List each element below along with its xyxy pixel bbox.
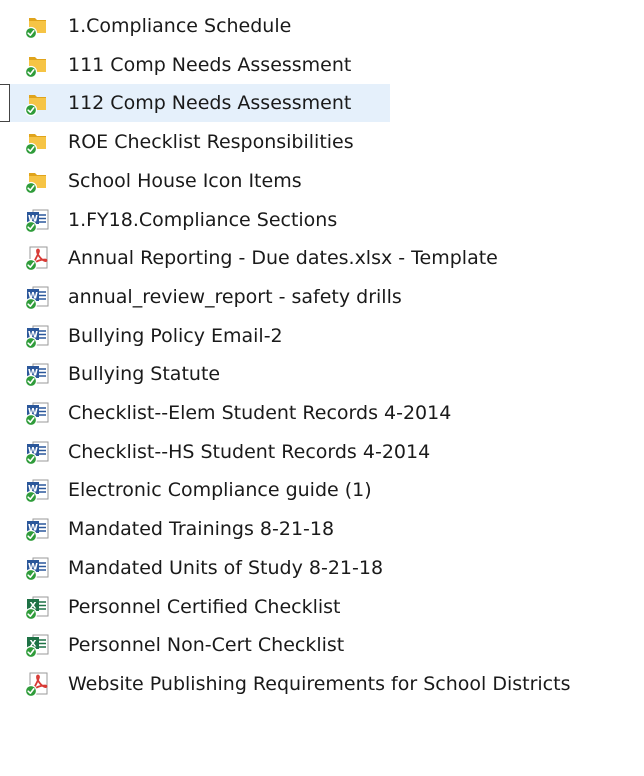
folder-icon xyxy=(24,52,50,78)
file-name-label: School House Icon Items xyxy=(68,169,302,192)
word-document-icon: W xyxy=(24,284,50,310)
file-name-label: Electronic Compliance guide (1) xyxy=(68,479,372,502)
file-item-annual-reporting-due-dates-xlsx-template[interactable]: Annual Reporting - Due dates.xlsx - Temp… xyxy=(14,239,644,277)
file-item-1-compliance-schedule[interactable]: 1.Compliance Schedule xyxy=(14,7,644,45)
file-list: 1.Compliance Schedule 111 Comp Needs Asse… xyxy=(0,0,644,776)
file-item-bullying-policy-email-2[interactable]: W Bullying Policy Email-2 xyxy=(14,317,644,355)
file-name-label: 1.FY18.Compliance Sections xyxy=(68,208,338,231)
file-item-checklist-hs-student-records-4-2014[interactable]: W Checklist--HS Student Records 4-2014 xyxy=(14,433,644,471)
file-name-label: Website Publishing Requirements for Scho… xyxy=(68,672,571,695)
file-item-roe-checklist-responsibilities[interactable]: ROE Checklist Responsibilities xyxy=(14,123,644,161)
file-name-label: Mandated Trainings 8-21-18 xyxy=(68,518,335,541)
word-document-icon: W xyxy=(24,323,50,349)
folder-icon xyxy=(24,90,50,117)
focus-marker xyxy=(0,84,10,123)
file-name-label: 111 Comp Needs Assessment xyxy=(68,53,352,76)
file-item-school-house-icon-items[interactable]: School House Icon Items xyxy=(14,162,644,200)
file-item-mandated-units-of-study-8-21-18[interactable]: W Mandated Units of Study 8-21-18 xyxy=(14,549,644,587)
file-name-label: annual_review_report - safety drills xyxy=(68,285,402,308)
file-item-1-fy18-compliance-sections[interactable]: W 1.FY18.Compliance Sections xyxy=(14,201,644,239)
file-name-label: Checklist--HS Student Records 4-2014 xyxy=(68,440,431,463)
pdf-document-icon xyxy=(24,245,50,272)
file-name-label: 1.Compliance Schedule xyxy=(68,15,292,37)
file-item-annual-review-report-safety-drills[interactable]: Wannual_review_report - safety drills xyxy=(14,278,644,316)
file-name-label: Checklist--Elem Student Records 4-2014 xyxy=(68,402,452,424)
file-name-label: ROE Checklist Responsibilities xyxy=(68,131,354,154)
folder-icon xyxy=(24,168,50,194)
pdf-document-icon xyxy=(24,671,50,697)
file-item-checklist-elem-student-records-4-2014[interactable]: W Checklist--Elem Student Records 4-2014 xyxy=(14,394,644,432)
file-item-111-comp-needs-assessment[interactable]: 111 Comp Needs Assessment xyxy=(14,46,644,84)
word-document-icon: W xyxy=(24,207,50,233)
file-item-personnel-certified-checklist[interactable]: X Personnel Certified Checklist xyxy=(14,588,644,626)
folder-icon xyxy=(24,129,50,156)
word-document-icon: W xyxy=(24,516,50,543)
file-item-personnel-non-cert-checklist[interactable]: X Personnel Non-Cert Checklist xyxy=(14,626,644,664)
word-document-icon: W xyxy=(24,439,50,465)
file-name-label: Personnel Certified Checklist xyxy=(68,595,341,618)
excel-document-icon: X xyxy=(24,594,50,620)
word-document-icon: W xyxy=(24,361,50,388)
word-document-icon: W xyxy=(24,400,50,426)
file-name-label: Personnel Non-Cert Checklist xyxy=(68,634,345,657)
file-item-electronic-compliance-guide-1[interactable]: W Electronic Compliance guide (1) xyxy=(14,471,644,509)
file-item-website-publishing-requirements-for-school-districts[interactable]: Website Publishing Requirements for Scho… xyxy=(14,665,644,703)
file-item-bullying-statute[interactable]: W Bullying Statute xyxy=(14,355,644,393)
file-name-label: Mandated Units of Study 8-21-18 xyxy=(68,556,384,579)
file-name-label: Bullying Statute xyxy=(68,363,221,386)
file-name-label: Bullying Policy Email-2 xyxy=(68,324,283,347)
file-item-112-comp-needs-assessment[interactable]: 112 Comp Needs Assessment xyxy=(10,84,390,123)
folder-icon xyxy=(24,13,50,39)
file-item-mandated-trainings-8-21-18[interactable]: W Mandated Trainings 8-21-18 xyxy=(14,510,644,548)
excel-document-icon: X xyxy=(24,632,50,659)
file-name-label: 112 Comp Needs Assessment xyxy=(68,92,352,115)
word-document-icon: W xyxy=(24,477,50,504)
file-name-label: Annual Reporting - Due dates.xlsx - Temp… xyxy=(68,247,498,270)
word-document-icon: W xyxy=(24,555,50,581)
